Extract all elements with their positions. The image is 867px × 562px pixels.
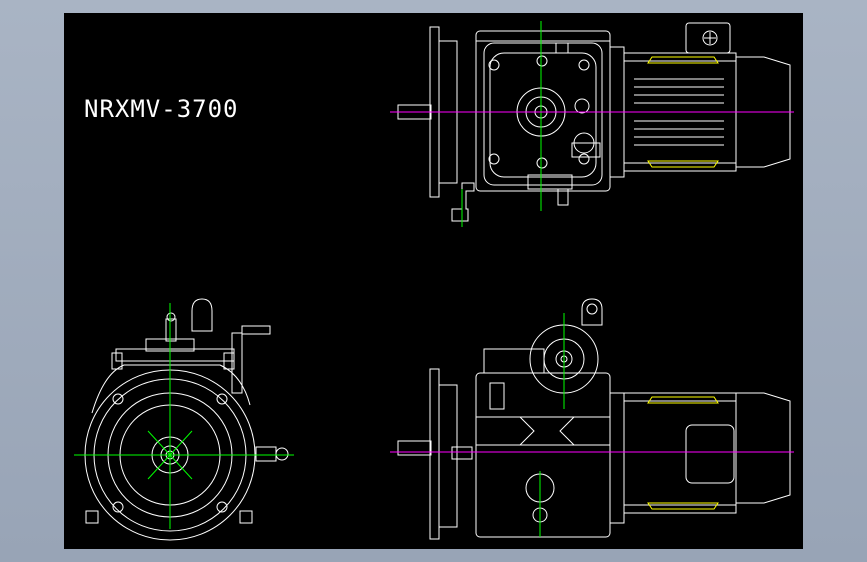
drain-pipe [451, 182, 475, 222]
breather-cap [191, 298, 213, 332]
motor-highlights [647, 56, 719, 510]
front-motor-body [623, 392, 737, 514]
front-view [397, 298, 791, 540]
cad-viewport[interactable]: NRXMV-3700 [64, 13, 803, 549]
center-lines [74, 21, 580, 537]
top-view [397, 22, 791, 222]
cad-drawing [74, 21, 794, 541]
front-housing [475, 372, 611, 538]
side-view [84, 298, 289, 541]
